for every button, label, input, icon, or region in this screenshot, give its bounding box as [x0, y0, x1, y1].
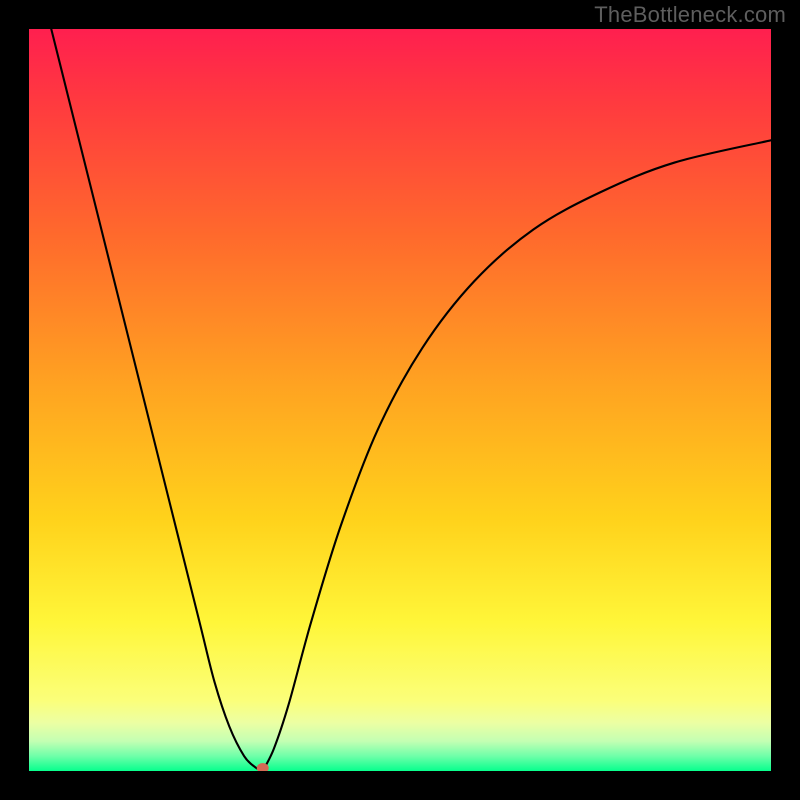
watermark-text: TheBottleneck.com — [594, 2, 786, 28]
plot-svg — [29, 29, 771, 771]
chart-frame: TheBottleneck.com — [0, 0, 800, 800]
gradient-background — [29, 29, 771, 771]
plot-area — [29, 29, 771, 771]
